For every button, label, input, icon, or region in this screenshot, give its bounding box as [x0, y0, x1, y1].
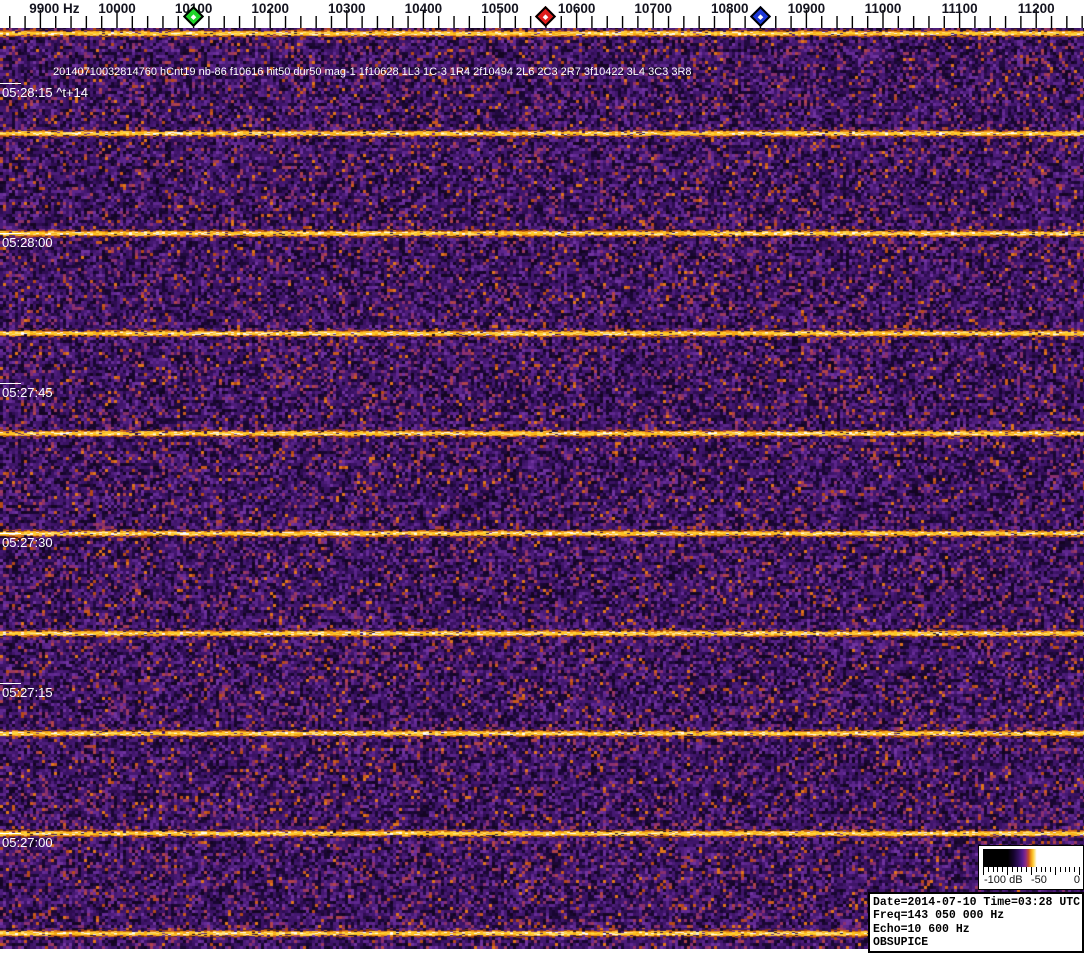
time-tick-line — [0, 533, 21, 534]
marker-diamond-green[interactable] — [182, 5, 205, 27]
colorbar-tick — [987, 867, 989, 872]
colorbar-label-max: 0 — [1073, 874, 1080, 886]
freq-tick-label: 11100 — [942, 1, 978, 16]
colorbar-tick — [1040, 867, 1042, 872]
detection-annotation: 20140710032814760 hCnt19 nb-86 f10616 hi… — [53, 66, 692, 78]
time-tick-line — [0, 233, 21, 234]
time-tick-line — [0, 683, 21, 684]
colorbar-tick — [1069, 867, 1071, 872]
time-tick-line — [0, 83, 21, 84]
marker-diamond-blue[interactable] — [749, 5, 772, 27]
info-line-freq: Freq=143 050 000 Hz — [873, 909, 1005, 923]
time-label-text: 05:28:15 ^t+14 — [2, 85, 88, 100]
time-label-text: 05:27:30 — [2, 535, 53, 550]
colorbar-label-mid: -50 — [1031, 874, 1047, 886]
freq-tick-label: 10400 — [405, 1, 443, 16]
colorbar-tick — [1002, 867, 1004, 872]
colorbar-labels: -100 dB -50 0 — [979, 874, 1083, 888]
info-line-station: OBSUPICE — [873, 936, 929, 950]
spectrogram-app-window: 9900 Hz100001010010200103001040010500106… — [0, 0, 1084, 953]
colorbar-tick — [1016, 867, 1018, 872]
freq-tick-label: 10300 — [328, 1, 366, 16]
station-info-box: Date=2014-07-10 Time=03:28 UTC Freq=143 … — [868, 892, 1084, 953]
colorbar-tick — [1021, 867, 1023, 872]
colorbar-tick — [1026, 867, 1028, 872]
colorbar-tick — [1059, 867, 1061, 872]
time-label-text: 05:27:15 — [2, 685, 53, 700]
freq-tick-label: 10600 — [558, 1, 596, 16]
freq-tick-label: 9900 Hz — [29, 1, 80, 16]
freq-tick-label: 10700 — [634, 1, 672, 16]
marker-diamond-red[interactable] — [535, 5, 557, 27]
freq-tick-label: 10800 — [711, 1, 749, 16]
marker-diamond-green-shape — [182, 5, 205, 27]
colorbar-tick — [1064, 867, 1066, 872]
time-label-text: 05:27:45 — [2, 385, 53, 400]
freq-tick-label: 10000 — [98, 1, 136, 16]
colorbar-tick — [1074, 867, 1076, 872]
time-tick-line — [0, 833, 21, 834]
marker-center-dot — [543, 13, 549, 19]
marker-diamond-blue-shape — [749, 5, 772, 27]
colorbar-tick — [1045, 867, 1047, 872]
info-line-date: Date=2014-07-10 Time=03:28 UTC — [873, 896, 1081, 909]
info-line-echo: Echo=10 600 Hz — [873, 922, 970, 936]
colorbar: -100 dB -50 0 — [978, 845, 1084, 890]
colorbar-gradient — [983, 849, 1079, 867]
colorbar-tick — [992, 867, 994, 872]
colorbar-tick — [1035, 867, 1037, 872]
freq-tick-label: 10500 — [481, 1, 519, 16]
spectrogram-waterfall — [0, 28, 1084, 949]
freq-tick-label: 10900 — [788, 1, 826, 16]
freq-tick-label: 11200 — [1018, 1, 1055, 16]
colorbar-tick — [997, 867, 999, 872]
marker-center-dot — [190, 13, 197, 19]
colorbar-tick — [1011, 867, 1013, 872]
colorbar-tick — [1050, 867, 1052, 872]
time-label-text: 05:28:00 — [2, 235, 53, 250]
time-label-text: 05:27:00 — [2, 835, 53, 850]
time-tick-line — [0, 383, 21, 384]
marker-diamond-red-shape — [535, 5, 557, 27]
freq-tick-label: 11000 — [865, 1, 902, 16]
freq-tick-label: 10200 — [251, 1, 289, 16]
marker-center-dot — [757, 13, 764, 19]
colorbar-label-min: -100 dB — [984, 874, 1023, 886]
